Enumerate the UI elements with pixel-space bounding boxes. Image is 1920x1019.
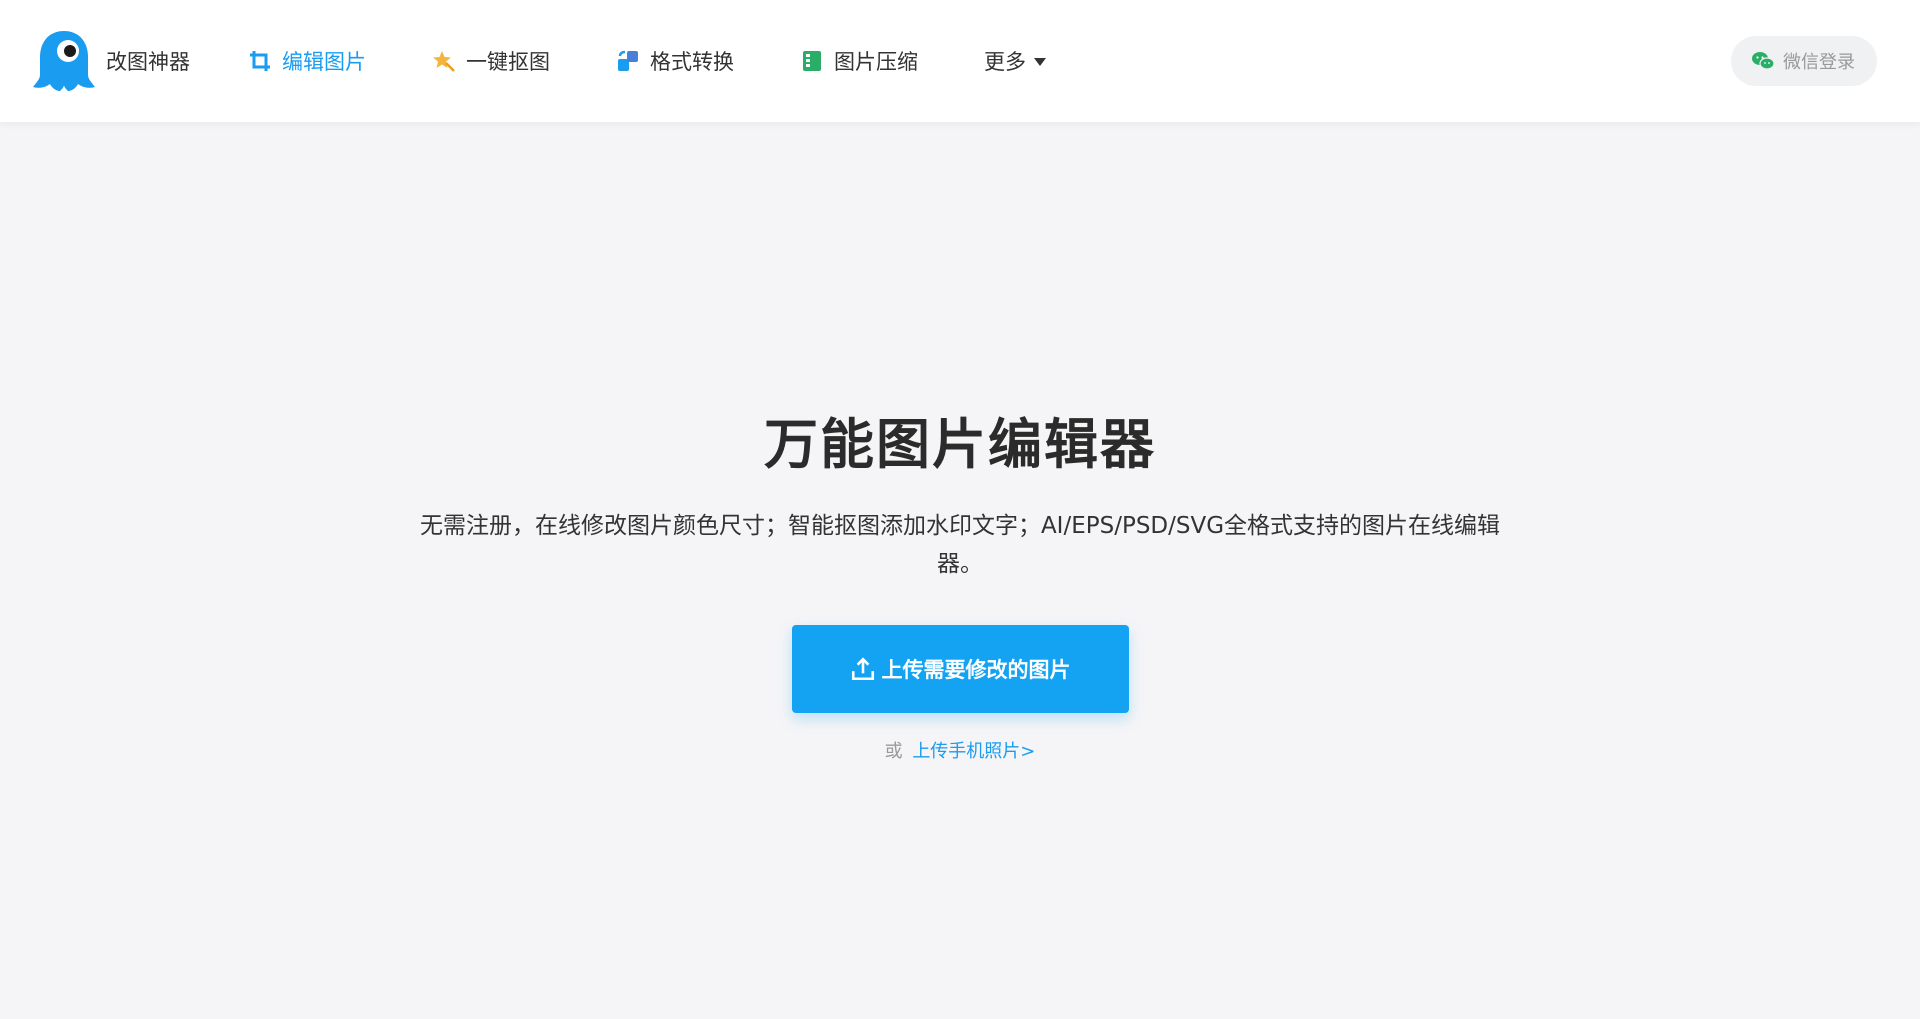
upload-icon	[851, 657, 874, 681]
wechat-icon	[1752, 52, 1775, 70]
hero-description: 无需注册，在线修改图片颜色尺寸；智能抠图添加水印文字；AI/EPS/PSD/SV…	[419, 513, 1501, 577]
alternative-upload-line: 或 上传手机照片>	[0, 737, 1920, 763]
nav-item-label: 一键抠图	[466, 50, 550, 74]
mascot-logo-icon	[33, 31, 95, 91]
nav-item-edit-image[interactable]: 编辑图片	[248, 46, 366, 76]
nav-item-format-convert[interactable]: 格式转换	[616, 46, 734, 76]
more-menu-label: 更多	[984, 50, 1026, 74]
nav-item-label: 格式转换	[650, 50, 734, 74]
caret-down-icon	[1034, 58, 1046, 66]
more-menu-dropdown[interactable]: 更多	[984, 46, 1046, 76]
brand-logo-link[interactable]: 改图神器	[30, 27, 190, 95]
upload-button-label: 上传需要修改的图片	[881, 658, 1071, 682]
nav-item-remove-background[interactable]: 一键抠图	[432, 46, 550, 76]
nav-item-label: 图片压缩	[834, 50, 918, 74]
upload-image-button[interactable]: 上传需要修改的图片	[791, 625, 1129, 713]
upload-phone-photo-link[interactable]: 上传手机照片>	[912, 741, 1035, 762]
top-navigation-bar: 改图神器 编辑图片 一键抠图 格式转换 图片压缩 更多 微信登录	[0, 0, 1920, 122]
crop-icon	[250, 51, 270, 71]
wechat-login-button[interactable]: 微信登录	[1731, 36, 1877, 86]
hero-section: 万能图片编辑器 无需注册，在线修改图片颜色尺寸；智能抠图添加水印文字；AI/EP…	[0, 400, 1920, 763]
nav-item-compress[interactable]: 图片压缩	[800, 46, 918, 76]
login-label: 微信登录	[1783, 52, 1855, 73]
main-nav: 编辑图片 一键抠图 格式转换 图片压缩 更多	[248, 46, 1112, 76]
alt-prefix: 或	[884, 741, 903, 762]
convert-icon	[618, 50, 638, 71]
brand-name: 改图神器	[106, 50, 190, 74]
compress-icon	[803, 51, 821, 71]
page-title: 万能图片编辑器	[764, 413, 1156, 476]
nav-item-label: 编辑图片	[282, 50, 366, 74]
magic-wand-icon	[433, 51, 455, 72]
